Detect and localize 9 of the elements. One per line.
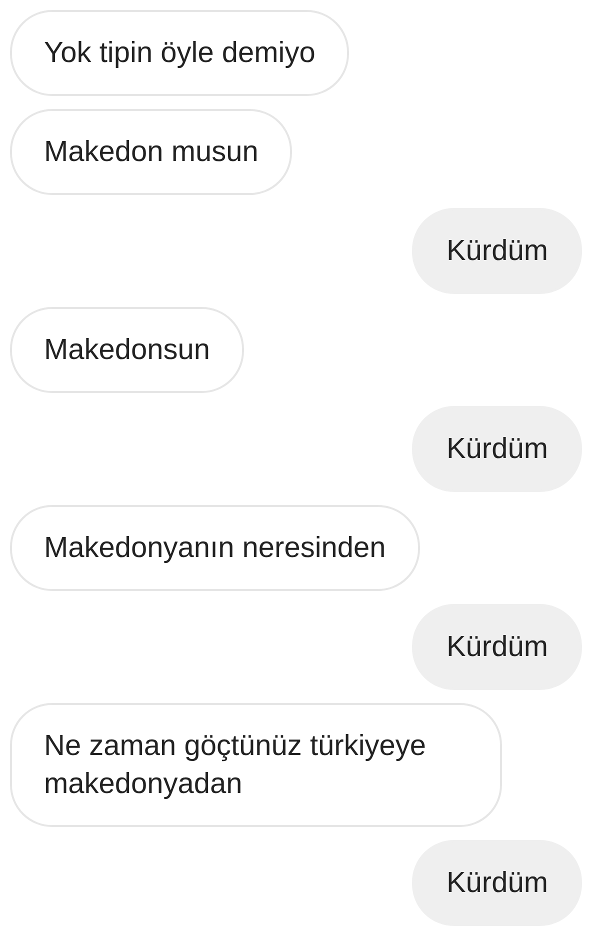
message-bubble: Makedon musun bbox=[10, 109, 292, 195]
message-bubble: Yok tipin öyle demiyo bbox=[10, 10, 350, 96]
message-bubble: Kürdüm bbox=[412, 840, 582, 926]
message-bubble: Ne zaman göçtünüz türkiyeye makedonyadan bbox=[10, 703, 502, 827]
message-bubble: Kürdüm bbox=[412, 604, 582, 690]
message-bubble: Makedonyanın neresinden bbox=[10, 505, 420, 591]
message-bubble: Makedonsun bbox=[10, 307, 244, 393]
message-bubble: Kürdüm bbox=[412, 406, 582, 492]
message-bubble: Kürdüm bbox=[412, 208, 582, 294]
